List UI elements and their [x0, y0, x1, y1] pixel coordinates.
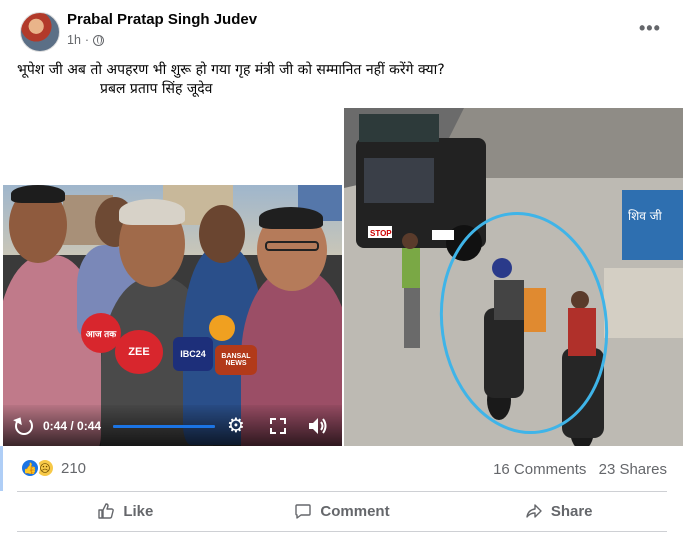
cctv-photo[interactable]: शिव जी STOP — [344, 108, 683, 446]
video-progress-bar[interactable] — [113, 425, 215, 428]
mic-bansal-news: BANSAL NEWS — [215, 345, 257, 375]
glasses — [265, 241, 319, 251]
divider — [17, 531, 667, 532]
more-options-icon[interactable]: ••• — [639, 18, 661, 39]
cctv-scene: शिव जी STOP — [344, 108, 683, 446]
shares-count[interactable]: 23 Shares — [599, 461, 667, 478]
action-bar: Like Comment Share — [17, 494, 667, 528]
mic-ibc24: IBC24 — [173, 337, 213, 371]
share-icon — [526, 504, 542, 518]
volume-icon[interactable] — [307, 416, 329, 436]
fullscreen-icon[interactable] — [269, 417, 287, 435]
comment-label: Comment — [320, 502, 390, 520]
replay-icon[interactable] — [15, 417, 33, 435]
like-label: Like — [123, 502, 154, 520]
share-button[interactable]: Share — [450, 494, 667, 528]
person-center-hair — [119, 199, 185, 225]
reactions-summary[interactable]: 👍 ☹ 210 — [20, 458, 86, 478]
post-time[interactable]: 1h — [67, 33, 81, 47]
share-label: Share — [550, 502, 593, 520]
like-reaction-icon: 👍 — [20, 458, 40, 478]
comment-icon — [295, 504, 312, 519]
jeep-plate-text: STOP — [370, 229, 392, 238]
mic-orange — [209, 315, 235, 341]
post-text: भूपेश जी अब तो अपहरण भी शुरू हो गया गृह … — [17, 61, 667, 99]
post-meta: 1h · — [67, 33, 105, 47]
author-avatar[interactable] — [20, 12, 60, 52]
like-button[interactable]: Like — [17, 494, 234, 528]
meta-separator: · — [84, 33, 90, 47]
post-signature: प्रबल प्रताप सिंह जूदेव — [100, 81, 213, 97]
focus-indicator — [0, 446, 3, 491]
thumbs-up-icon — [98, 503, 115, 519]
comment-button[interactable]: Comment — [234, 494, 451, 528]
divider — [17, 491, 667, 492]
shop-sign-text: शिव जी — [628, 209, 663, 223]
comments-count[interactable]: 16 Comments — [493, 461, 586, 478]
globe-icon — [93, 34, 105, 46]
video-controls: 0:44 / 0:44 ⚙ — [3, 405, 342, 446]
person-left-hair — [11, 185, 65, 203]
engagement-stats: 16 Comments 23 Shares — [493, 461, 667, 478]
person-blue-shirt-head — [199, 205, 245, 263]
post-text-line-1: भूपेश जी अब तो अपहरण भी शुरू हो गया गृह … — [17, 62, 445, 78]
reaction-count: 210 — [61, 459, 87, 477]
video-progress-fill — [113, 425, 215, 428]
gear-icon[interactable]: ⚙ — [226, 416, 246, 436]
author-name[interactable]: Prabal Pratap Singh Judev — [67, 11, 257, 28]
video-time: 0:44 / 0:44 — [43, 419, 102, 433]
facebook-post: Prabal Pratap Singh Judev 1h · ••• भूपेश… — [0, 0, 686, 534]
mic-zee: ZEE — [115, 330, 163, 374]
person-right-hair — [259, 207, 323, 229]
